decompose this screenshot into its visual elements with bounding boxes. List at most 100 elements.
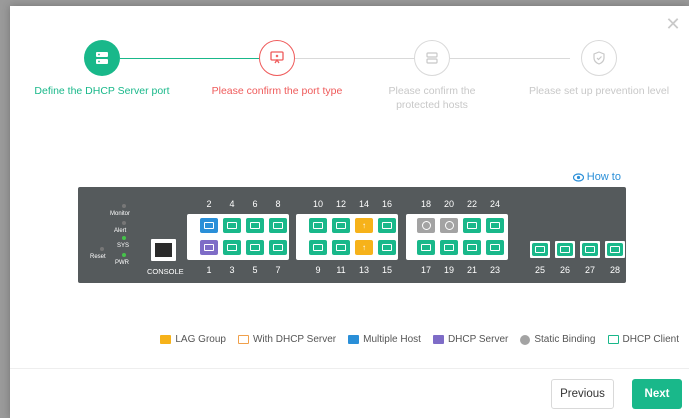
legend-lag-group: LAG Group xyxy=(160,334,226,345)
port-20[interactable] xyxy=(440,218,458,233)
port-number: 13 xyxy=(358,265,369,275)
port-1[interactable] xyxy=(200,240,218,255)
how-to-link[interactable]: How to xyxy=(572,171,621,183)
with-dhcp-server-icon xyxy=(237,335,249,344)
port-number: 7 xyxy=(275,265,281,275)
port-16[interactable] xyxy=(378,218,396,233)
reset-hole[interactable] xyxy=(100,247,104,251)
alert-led xyxy=(122,221,126,225)
port-17[interactable] xyxy=(417,240,435,255)
legend-label: LAG Group xyxy=(175,334,226,345)
lag-group-icon xyxy=(160,335,172,344)
close-icon[interactable]: ✕ xyxy=(665,15,681,33)
port-number: 19 xyxy=(443,265,454,275)
port-number: 26 xyxy=(559,265,570,275)
step-label: Please confirm the port type xyxy=(211,85,343,97)
port-15[interactable] xyxy=(378,240,396,255)
port-number: 4 xyxy=(229,199,235,209)
port-3[interactable] xyxy=(223,240,241,255)
switch-panel: Monitor Alert SYS PWR Reset CONSOLE 2 4 … xyxy=(78,187,626,283)
port-5[interactable] xyxy=(246,240,264,255)
shield-icon xyxy=(581,40,617,76)
legend-label: Multiple Host xyxy=(363,334,421,345)
port-9[interactable] xyxy=(309,240,327,255)
port-number: 2 xyxy=(206,199,212,209)
port-number: 23 xyxy=(489,265,500,275)
step-label: Please confirm the protected hosts xyxy=(388,85,476,111)
port-11[interactable] xyxy=(332,240,350,255)
port-13[interactable]: ↑ xyxy=(355,240,373,255)
step-connector xyxy=(295,58,415,59)
port-21[interactable] xyxy=(463,240,481,255)
port-24[interactable] xyxy=(486,218,504,233)
port-number: 28 xyxy=(609,265,620,275)
step-connector xyxy=(450,58,570,59)
monitor-led xyxy=(122,204,126,208)
previous-button[interactable]: Previous xyxy=(551,379,614,409)
eye-icon xyxy=(572,172,584,182)
port-number: 17 xyxy=(420,265,431,275)
port-number: 21 xyxy=(466,265,477,275)
port-number: 18 xyxy=(420,199,431,209)
static-binding-icon xyxy=(520,334,531,345)
legend-label: DHCP Server xyxy=(447,334,509,345)
port-23[interactable] xyxy=(486,240,504,255)
port-12[interactable] xyxy=(332,218,350,233)
sfp-port-25[interactable] xyxy=(530,241,550,258)
port-4[interactable] xyxy=(223,218,241,233)
legend-with-dhcp-server: With DHCP Server xyxy=(237,334,337,345)
port-legend: LAG Group With DHCP Server Multiple Host… xyxy=(160,334,679,345)
dhcp-wizard-dialog: ✕ Define the DHCP Server port Please con… xyxy=(10,6,689,418)
dhcp-client-icon xyxy=(607,335,619,344)
pwr-label: PWR xyxy=(115,260,129,266)
sys-led xyxy=(122,236,126,240)
port-19[interactable] xyxy=(440,240,458,255)
console-label: CONSOLE xyxy=(147,267,184,276)
server-icon xyxy=(84,40,120,76)
port-22[interactable] xyxy=(463,218,481,233)
next-button[interactable]: Next xyxy=(632,379,682,409)
legend-label: With DHCP Server xyxy=(252,334,337,345)
port-10[interactable] xyxy=(309,218,327,233)
port-2[interactable] xyxy=(200,218,218,233)
port-number: 9 xyxy=(315,265,321,275)
sfp-port-26[interactable] xyxy=(555,241,575,258)
legend-label: DHCP Client xyxy=(622,334,680,345)
step-label: Please set up prevention level xyxy=(528,85,670,97)
port-number: 14 xyxy=(358,199,369,209)
wizard-steps: Define the DHCP Server port Please confi… xyxy=(10,36,689,126)
port-number: 25 xyxy=(534,265,545,275)
legend-dhcp-client: DHCP Client xyxy=(607,334,680,345)
console-port[interactable] xyxy=(151,239,176,261)
port-number: 20 xyxy=(443,199,454,209)
legend-label: Static Binding xyxy=(534,334,596,345)
legend-dhcp-server: DHCP Server xyxy=(432,334,509,345)
alert-label: Alert xyxy=(114,228,127,234)
port-number: 10 xyxy=(312,199,323,209)
port-number: 3 xyxy=(229,265,235,275)
port-number: 16 xyxy=(381,199,392,209)
port-number: 24 xyxy=(489,199,500,209)
footer-divider xyxy=(10,368,689,369)
port-6[interactable] xyxy=(246,218,264,233)
port-number: 8 xyxy=(275,199,281,209)
port-number: 12 xyxy=(335,199,346,209)
how-to-label: How to xyxy=(586,171,621,183)
port-8[interactable] xyxy=(269,218,287,233)
port-18[interactable] xyxy=(417,218,435,233)
legend-static-binding: Static Binding xyxy=(520,334,596,345)
port-number: 22 xyxy=(466,199,477,209)
multiple-host-icon xyxy=(348,335,360,344)
sys-label: SYS xyxy=(117,243,130,249)
port-7[interactable] xyxy=(269,240,287,255)
port-number: 1 xyxy=(206,265,212,275)
port-14[interactable]: ↑ xyxy=(355,218,373,233)
hosts-icon xyxy=(414,40,450,76)
dhcp-server-icon xyxy=(432,335,444,344)
sfp-port-28[interactable] xyxy=(605,241,625,258)
pwr-led xyxy=(122,253,126,257)
reset-label: Reset xyxy=(90,254,106,260)
sfp-port-27[interactable] xyxy=(580,241,600,258)
monitor-label: Monitor xyxy=(110,211,131,217)
port-type-icon xyxy=(259,40,295,76)
